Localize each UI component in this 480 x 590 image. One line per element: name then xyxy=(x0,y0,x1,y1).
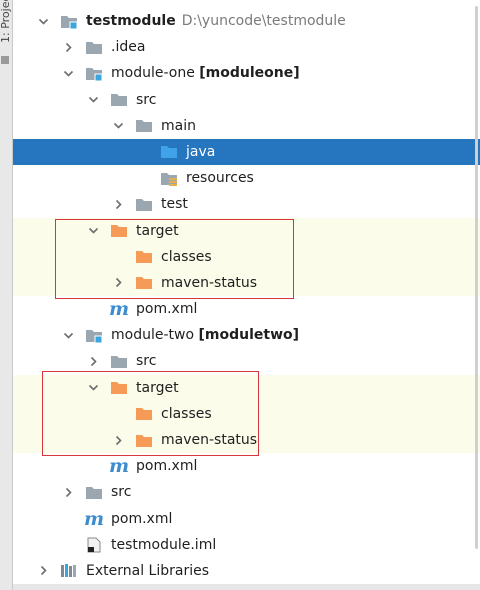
folder-icon xyxy=(85,39,103,55)
excluded-folder-icon xyxy=(135,432,153,448)
module-name-label: [moduletwo] xyxy=(198,327,300,344)
tree-item-label: pom.xml xyxy=(136,301,198,318)
horizontal-scrollbar[interactable] xyxy=(13,584,480,590)
vertical-scrollbar[interactable] xyxy=(475,6,478,549)
chevron-right-icon[interactable] xyxy=(111,191,125,217)
chevron-down-icon[interactable] xyxy=(111,113,125,139)
chevron-down-icon[interactable] xyxy=(61,60,75,86)
source-folder-icon xyxy=(160,144,178,160)
tree-item-label: resources xyxy=(186,170,254,187)
tree-item-label: .idea xyxy=(111,39,146,56)
tree-row[interactable]: maven-status xyxy=(13,269,480,297)
external-libraries-icon xyxy=(60,563,78,579)
maven-icon: m xyxy=(83,507,105,530)
excluded-folder-icon xyxy=(110,380,128,396)
tree-item-label: target xyxy=(136,379,179,396)
module-folder-icon xyxy=(85,65,103,81)
tree-item-label: test xyxy=(161,196,188,213)
chevron-right-icon[interactable] xyxy=(36,558,50,584)
chevron-right-icon[interactable] xyxy=(61,34,75,60)
excluded-folder-icon xyxy=(135,275,153,291)
tree-item-label: src xyxy=(136,353,157,370)
tree-item-label: maven-status xyxy=(161,274,258,291)
tree-row[interactable]: m pom.xml xyxy=(13,296,480,322)
tree-item-label: pom.xml xyxy=(136,458,198,475)
module-folder-icon xyxy=(85,327,103,343)
tree-row[interactable]: src xyxy=(13,87,480,113)
tree-row[interactable]: m pom.xml xyxy=(13,506,480,532)
chevron-right-icon[interactable] xyxy=(86,348,100,374)
tree-row[interactable]: src xyxy=(13,479,480,505)
tree-row[interactable]: test xyxy=(13,191,480,217)
maven-icon: m xyxy=(108,455,130,478)
tree-row[interactable]: main xyxy=(13,113,480,139)
tab-marker xyxy=(1,56,9,64)
tree-item-label: java xyxy=(186,143,216,160)
chevron-right-icon[interactable] xyxy=(111,270,125,296)
folder-icon xyxy=(110,353,128,369)
tree-item-label: pom.xml xyxy=(111,510,173,527)
project-tool-window-tab[interactable]: 1: Project xyxy=(0,0,13,590)
excluded-folder-icon xyxy=(110,223,128,239)
chevron-right-icon[interactable] xyxy=(111,427,125,453)
tree-item-label: External Libraries xyxy=(86,562,209,579)
tree-row[interactable]: classes xyxy=(13,243,480,270)
chevron-down-icon[interactable] xyxy=(36,8,50,34)
tree-item-label: src xyxy=(111,484,132,501)
project-tree[interactable]: testmodule D:\yuncode\testmodule .idea modu… xyxy=(13,8,480,584)
tree-row[interactable]: src xyxy=(13,348,480,374)
module-name-label: [moduleone] xyxy=(199,65,300,82)
tree-item-label: module-one [moduleone] xyxy=(111,65,300,82)
tree-row[interactable]: module-one [moduleone] xyxy=(13,60,480,86)
tree-item-label: testmodule D:\yuncode\testmodule xyxy=(86,13,346,29)
tree-item-label: classes xyxy=(161,248,212,265)
project-tab-label: 1: Project xyxy=(0,0,12,43)
folder-icon xyxy=(135,118,153,134)
tree-row[interactable]: testmodule.iml xyxy=(13,532,480,558)
maven-icon: m xyxy=(108,298,130,321)
tree-row[interactable]: testmodule D:\yuncode\testmodule xyxy=(13,8,480,34)
tree-row[interactable]: module-two [moduletwo] xyxy=(13,322,480,348)
tree-row[interactable]: resources xyxy=(13,165,480,191)
project-path: D:\yuncode\testmodule xyxy=(181,13,346,29)
tree-row[interactable]: java xyxy=(13,138,480,166)
tree-item-label: src xyxy=(136,91,157,108)
folder-icon xyxy=(135,196,153,212)
tree-row[interactable]: classes xyxy=(13,400,480,427)
chevron-down-icon[interactable] xyxy=(86,87,100,113)
chevron-down-icon[interactable] xyxy=(86,375,100,401)
excluded-folder-icon xyxy=(135,406,153,422)
tree-row[interactable]: target xyxy=(13,217,480,244)
tree-row[interactable]: .idea xyxy=(13,34,480,60)
module-folder-icon xyxy=(60,13,78,29)
resources-folder-icon xyxy=(160,170,178,186)
chevron-down-icon[interactable] xyxy=(86,218,100,244)
tree-item-label: target xyxy=(136,222,179,239)
tree-item-label: classes xyxy=(161,405,212,422)
folder-icon xyxy=(110,92,128,108)
tree-row[interactable]: m pom.xml xyxy=(13,453,480,479)
tree-row[interactable]: maven-status xyxy=(13,427,480,454)
iml-file-icon xyxy=(85,537,103,553)
chevron-down-icon[interactable] xyxy=(61,322,75,348)
tree-item-label: maven-status xyxy=(161,432,258,448)
tree-item-label: main xyxy=(161,117,196,134)
tree-item-label: testmodule.iml xyxy=(111,536,217,553)
chevron-right-icon[interactable] xyxy=(61,479,75,505)
tree-row[interactable]: External Libraries xyxy=(13,558,480,584)
excluded-folder-icon xyxy=(135,249,153,265)
tree-row[interactable]: target xyxy=(13,374,480,401)
folder-icon xyxy=(85,484,103,500)
tree-item-label: module-two [moduletwo] xyxy=(111,327,300,344)
